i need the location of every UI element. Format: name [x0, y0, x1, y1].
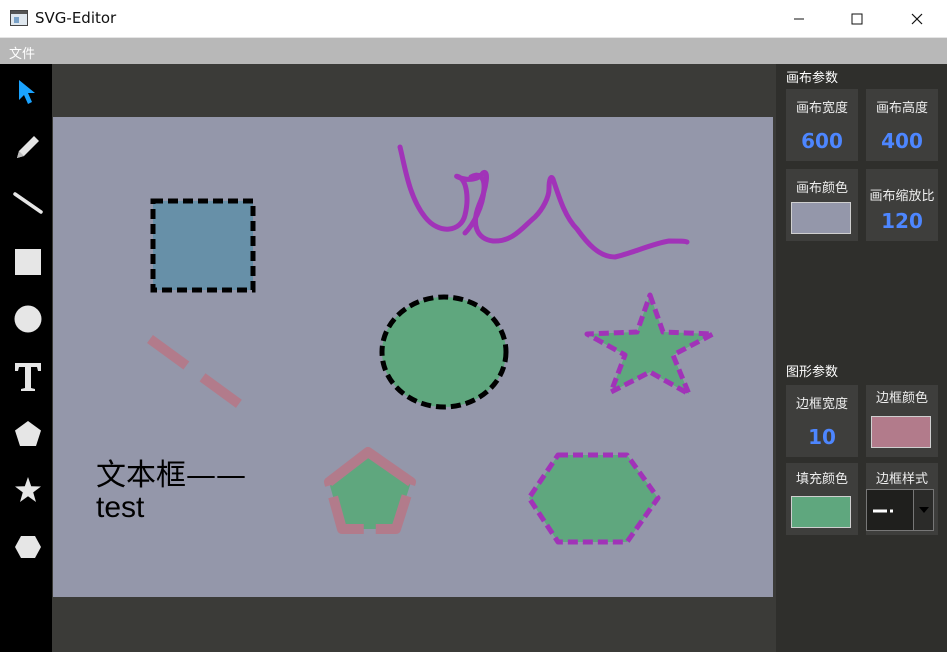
maximize-icon: [851, 13, 863, 25]
shape-line[interactable]: [147, 334, 249, 414]
border-width-label: 边框宽度: [795, 397, 848, 412]
canvas-height-card[interactable]: 画布高度 400: [866, 89, 938, 161]
canvas-height-value[interactable]: 400: [866, 129, 938, 153]
border-style-card[interactable]: 边框样式: [866, 463, 938, 535]
circle-icon: [14, 305, 42, 333]
title-bar: SVG-Editor: [0, 0, 947, 38]
pencil-tool[interactable]: [8, 126, 48, 166]
canvas-width-card[interactable]: 画布宽度 600: [786, 89, 858, 161]
fill-color-swatch[interactable]: [791, 496, 851, 528]
app-icon: [10, 10, 28, 26]
shape-params-title: 图形参数: [786, 365, 839, 380]
star-tool[interactable]: [8, 470, 48, 510]
line-icon: [13, 192, 43, 214]
dash-style-preview-icon: [873, 509, 893, 513]
canvas-color-card[interactable]: 画布颜色: [786, 169, 858, 241]
shape-star[interactable]: [584, 292, 716, 397]
fill-color-card[interactable]: 填充颜色: [786, 463, 858, 535]
fill-color-label: 填充颜色: [795, 472, 848, 487]
border-color-card[interactable]: 边框颜色: [866, 385, 938, 457]
rectangle-tool[interactable]: [8, 242, 48, 282]
select-tool[interactable]: [8, 72, 48, 112]
shape-ellipse[interactable]: [379, 294, 509, 410]
chevron-down-icon: [918, 507, 929, 513]
close-icon: [911, 13, 923, 25]
canvas-text-line-2[interactable]: test: [96, 491, 144, 525]
drawing-canvas[interactable]: 文本框—— test: [53, 117, 773, 597]
canvas-width-label: 画布宽度: [795, 101, 848, 116]
close-button[interactable]: [888, 0, 946, 38]
border-color-label: 边框颜色: [875, 391, 928, 406]
shape-pentagon[interactable]: [324, 447, 416, 534]
star-icon: [15, 477, 41, 502]
border-style-label: 边框样式: [875, 472, 928, 487]
minimize-button[interactable]: [770, 0, 828, 38]
text-icon: [15, 363, 41, 391]
canvas-zoom-label: 画布缩放比: [869, 189, 935, 204]
tool-bar: [0, 64, 52, 652]
canvas-params-title: 画布参数: [786, 71, 839, 86]
minimize-icon: [794, 18, 804, 20]
menu-file[interactable]: 文件: [9, 43, 35, 62]
border-width-card[interactable]: 边框宽度 10: [786, 385, 858, 457]
shape-freehand-path[interactable]: [397, 144, 690, 260]
shape-rectangle[interactable]: [150, 198, 256, 293]
border-color-swatch[interactable]: [871, 416, 931, 448]
hexagon-tool[interactable]: [8, 527, 48, 567]
text-tool[interactable]: [8, 357, 48, 397]
maximize-button[interactable]: [828, 0, 886, 38]
dropdown-arrow[interactable]: [913, 490, 933, 530]
canvas-height-label: 画布高度: [875, 101, 928, 116]
pentagon-tool[interactable]: [8, 414, 48, 454]
canvas-text-line-1[interactable]: 文本框——: [96, 450, 246, 494]
circle-tool[interactable]: [8, 299, 48, 339]
properties-panel: 画布参数 画布宽度 600 画布高度 400 画布颜色 画布缩放比 120 图形…: [776, 64, 947, 652]
line-tool[interactable]: [8, 184, 48, 224]
pentagon-icon: [15, 421, 41, 446]
canvas-color-label: 画布颜色: [795, 181, 848, 196]
canvas-zoom-value[interactable]: 120: [866, 209, 938, 233]
hexagon-icon: [15, 536, 41, 558]
rectangle-icon: [15, 249, 41, 275]
select-icon: [19, 80, 35, 104]
canvas-color-swatch[interactable]: [791, 202, 851, 234]
border-width-value[interactable]: 10: [786, 425, 858, 449]
canvas-zoom-card[interactable]: 画布缩放比 120: [866, 169, 938, 241]
shape-hexagon[interactable]: [526, 452, 661, 545]
border-style-select[interactable]: [866, 489, 934, 531]
canvas-shapes: [147, 144, 716, 545]
pencil-icon: [17, 136, 39, 158]
menu-bar: 文件: [0, 38, 947, 64]
canvas-width-value[interactable]: 600: [786, 129, 858, 153]
window-title: SVG-Editor: [35, 9, 117, 27]
